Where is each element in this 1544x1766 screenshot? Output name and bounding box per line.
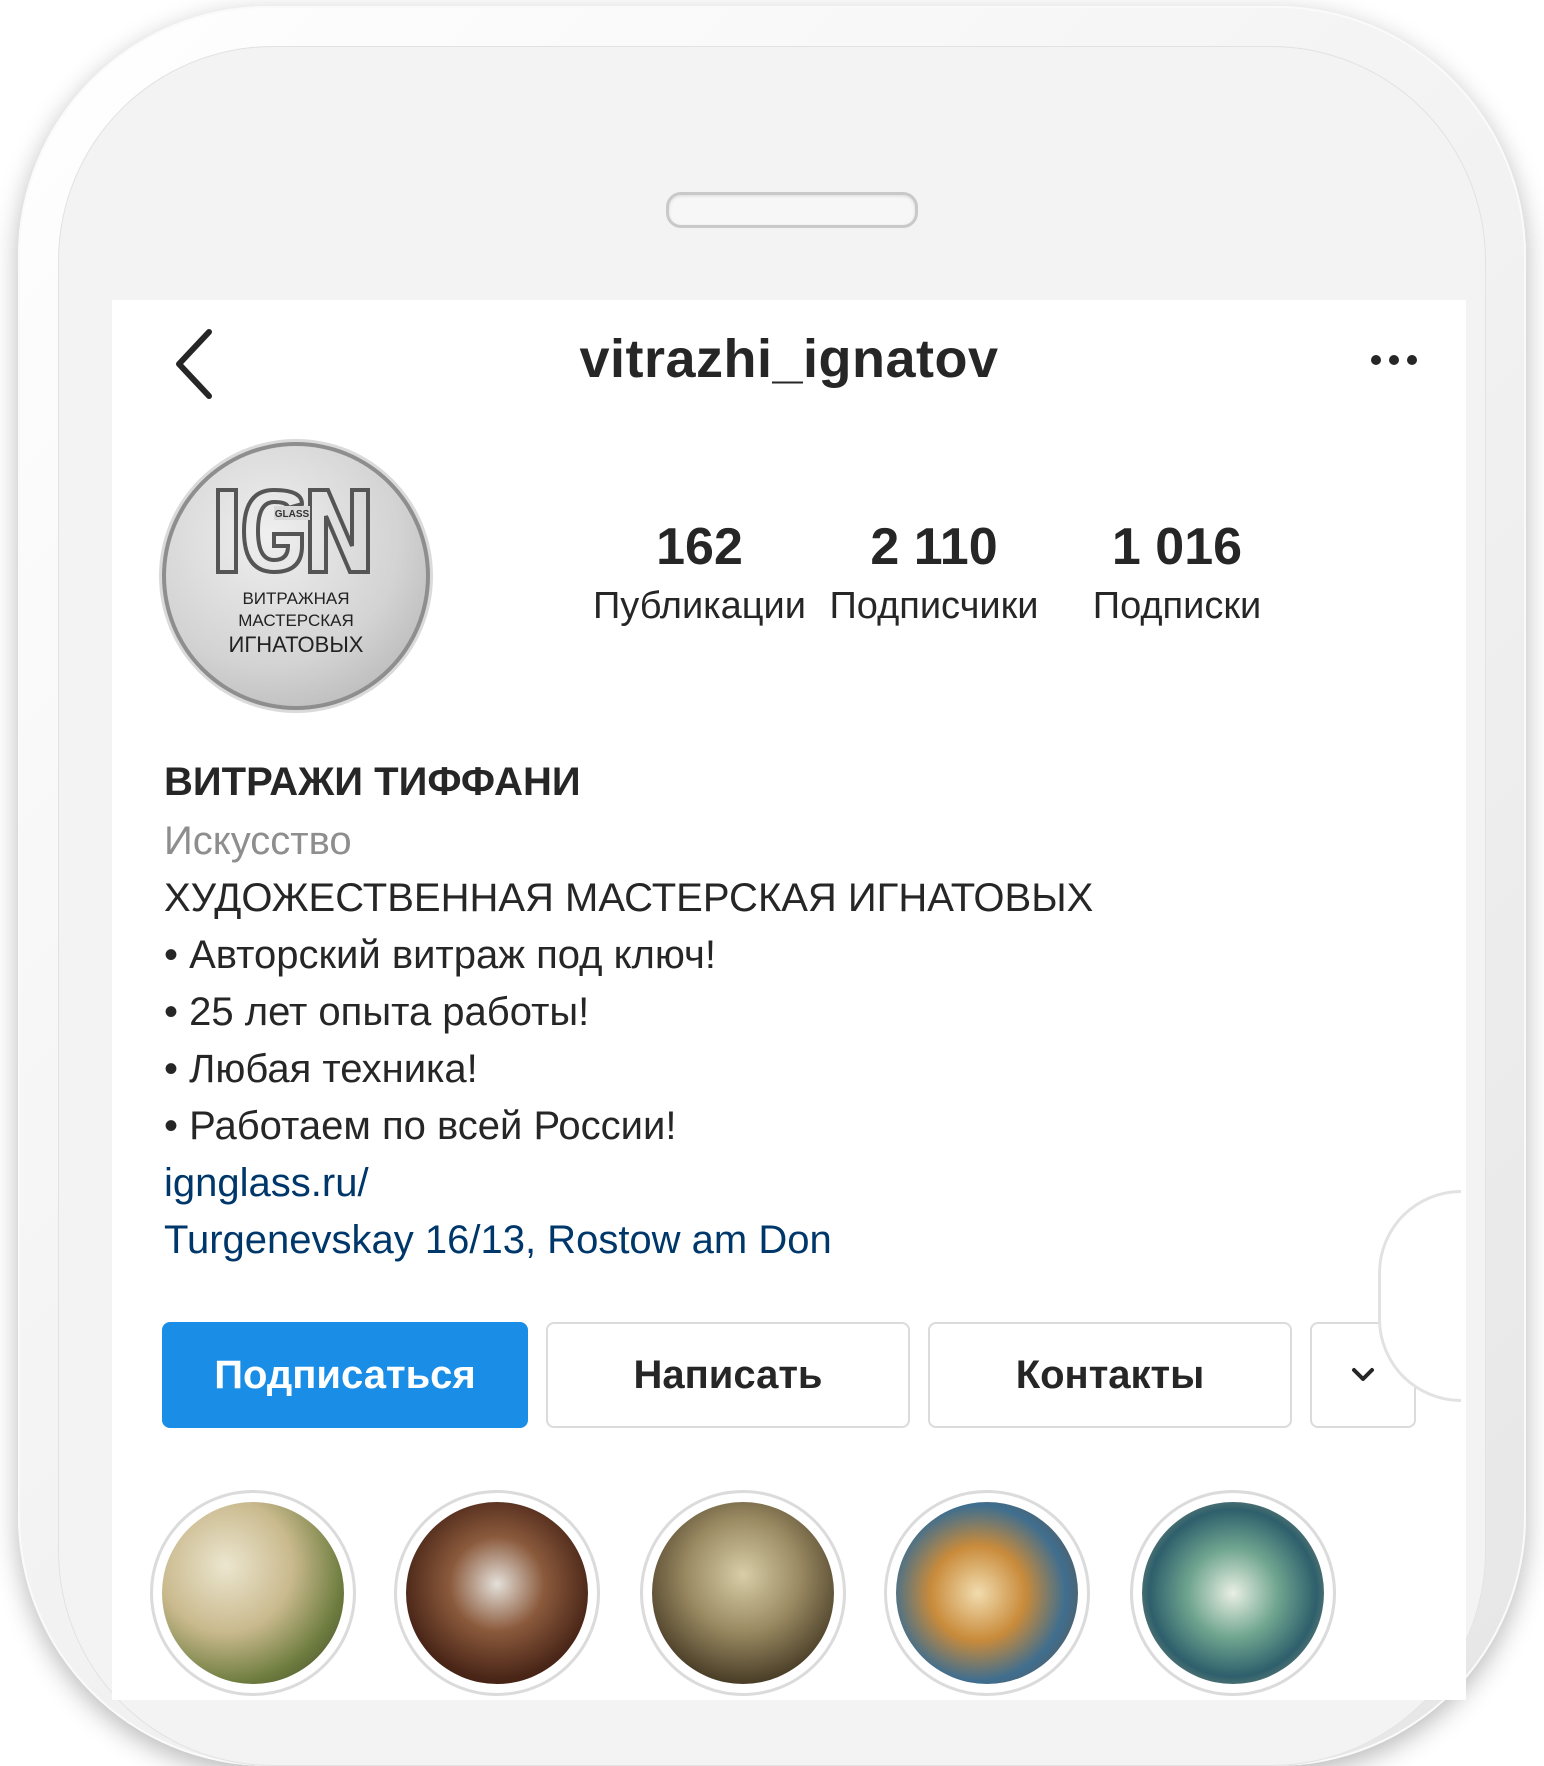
highlight-image [162, 1502, 344, 1684]
stat-posts[interactable]: 162 Публикации [582, 518, 817, 630]
profile-screen: vitrazhi_ignatov GLASS ВИТРАЖНАЯ МАСТЕРС… [112, 300, 1466, 1700]
posts-label: Публикации [592, 585, 806, 627]
stat-following[interactable]: 1 016 Подписки [1052, 518, 1302, 630]
profile-display-name: ВИТРАЖИ ТИФФАНИ [164, 760, 581, 804]
avatar-caption-3: ИГНАТОВЫХ [229, 632, 364, 657]
bio-line: ХУДОЖЕСТВЕННАЯ МАСТЕРСКАЯ ИГНАТОВЫХ [164, 876, 1094, 920]
highlight-image [896, 1502, 1078, 1684]
followers-count: 2 110 [870, 518, 998, 576]
following-count: 1 016 [1111, 518, 1243, 576]
avatar-caption-1: ВИТРАЖНАЯ [242, 589, 349, 608]
profile-stats: 162 Публикации 2 110 Подписчики 1 016 По… [582, 518, 1302, 638]
followers-label: Подписчики [829, 585, 1039, 627]
more-options-icon[interactable] [1364, 340, 1424, 380]
profile-avatar[interactable]: GLASS ВИТРАЖНАЯ МАСТЕРСКАЯ ИГНАТОВЫХ [162, 442, 430, 710]
story-highlight[interactable] [150, 1490, 356, 1696]
posts-count: 162 [656, 518, 743, 576]
contacts-button[interactable]: Контакты [928, 1322, 1292, 1428]
avatar-caption-2: МАСТЕРСКАЯ [238, 611, 354, 630]
profile-bio: ВИТРАЖИ ТИФФАНИ Искусство ХУДОЖЕСТВЕННАЯ… [164, 754, 1414, 1269]
ign-logo-image: GLASS ВИТРАЖНАЯ МАСТЕРСКАЯ ИГНАТОВЫХ [216, 487, 370, 657]
follow-button[interactable]: Подписаться [162, 1322, 528, 1428]
bio-line: • 25 лет опыта работы! [164, 990, 590, 1034]
story-highlight[interactable] [394, 1490, 600, 1696]
website-link[interactable]: ignglass.ru/ [164, 1155, 1414, 1212]
following-label: Подписки [1092, 585, 1262, 627]
stat-followers[interactable]: 2 110 Подписчики [804, 518, 1064, 630]
bio-line: • Авторский витраж под ключ! [164, 933, 716, 977]
bio-line: • Любая техника! [164, 1047, 478, 1091]
highlight-image [1142, 1502, 1324, 1684]
profile-category: Искусство [164, 819, 352, 863]
bio-line: • Работаем по всей России! [164, 1104, 677, 1148]
story-highlight[interactable] [640, 1490, 846, 1696]
logo-small-text: GLASS [275, 509, 310, 520]
story-highlight[interactable] [1130, 1490, 1336, 1696]
story-highlight[interactable] [884, 1490, 1090, 1696]
address-link[interactable]: Turgenevskay 16/13, Rostow am Don [164, 1212, 1414, 1269]
highlight-image [406, 1502, 588, 1684]
highlight-image [652, 1502, 834, 1684]
phone-speaker [666, 192, 918, 228]
profile-username: vitrazhi_ignatov [579, 329, 999, 389]
message-button[interactable]: Написать [546, 1322, 910, 1428]
chevron-down-icon [1352, 1368, 1374, 1381]
